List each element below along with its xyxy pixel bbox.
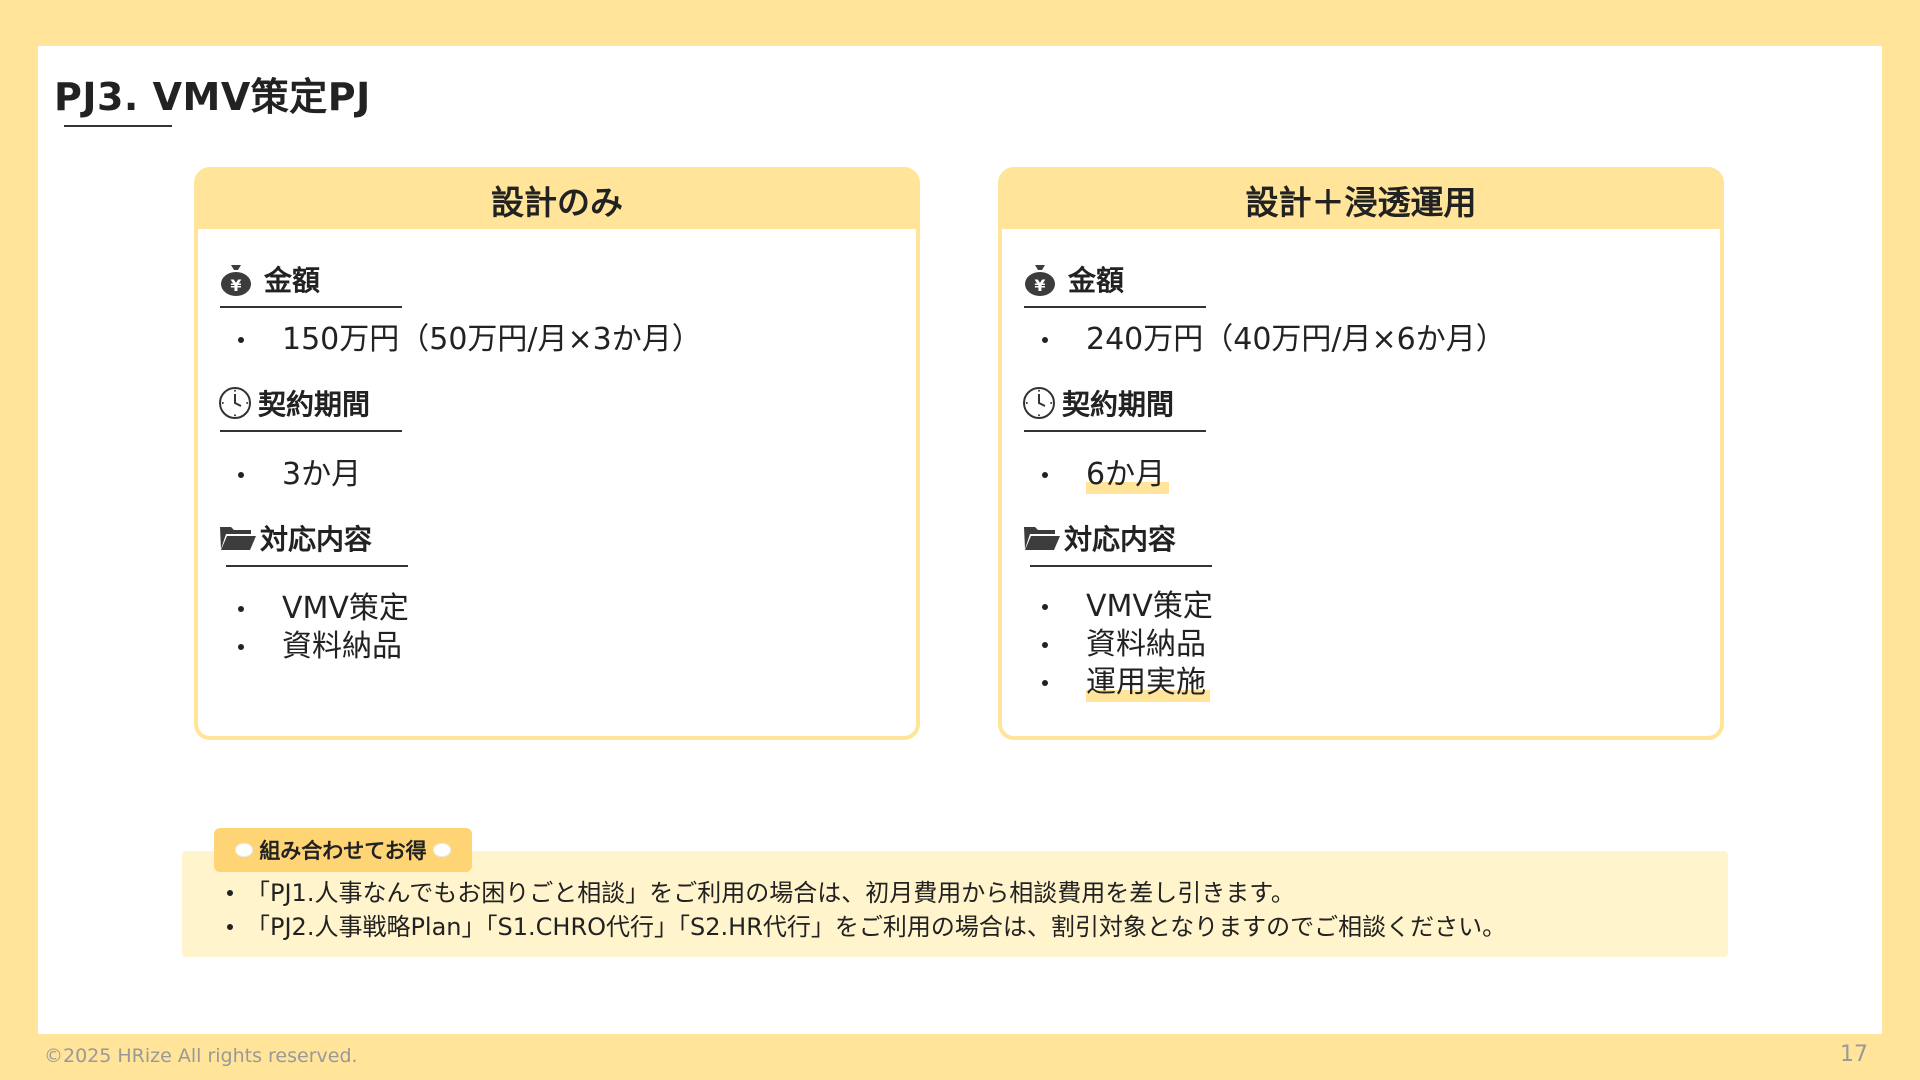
- svg-text:¥: ¥: [1034, 276, 1045, 295]
- price-list: 240万円（40万円/月×6か月）: [1040, 321, 1506, 359]
- scope-heading-underline: [1030, 565, 1212, 567]
- list-item: 240万円（40万円/月×6か月）: [1040, 321, 1506, 359]
- list-item: 資料納品: [236, 628, 409, 666]
- plan-card-title: 設計のみ: [198, 171, 916, 229]
- list-item: 「PJ1.人事なんでもお困りごと相談」をご利用の場合は、初月費用から相談費用を差…: [226, 876, 1506, 910]
- period-list: 6か月: [1040, 456, 1170, 494]
- list-item: 6か月: [1040, 456, 1170, 494]
- price-heading-underline: [220, 306, 402, 308]
- list-item: VMV策定: [1040, 588, 1213, 626]
- speech-bubble-icon: [432, 843, 451, 857]
- clock-icon: [1022, 386, 1056, 420]
- list-item: VMV策定: [236, 590, 409, 628]
- period-list: 3か月: [236, 456, 361, 494]
- open-folder-icon: [1022, 523, 1062, 553]
- page-title: PJ3. VMV策定PJ: [54, 75, 371, 119]
- scope-heading-label: 対応内容: [1064, 523, 1177, 556]
- open-folder-icon: [218, 523, 258, 553]
- scope-heading: 対応内容: [218, 518, 372, 558]
- highlighted-text: 運用実施: [1086, 664, 1210, 702]
- list-item: 運用実施: [1040, 664, 1213, 702]
- money-bag-icon: ¥: [1022, 261, 1058, 297]
- scope-list: VMV策定 資料納品: [236, 590, 409, 666]
- scope-heading-underline: [226, 565, 408, 567]
- price-heading-label: 金額: [1068, 264, 1125, 297]
- combo-badge-label: 組み合わせてお得: [259, 839, 427, 863]
- price-list: 150万円（50万円/月×3か月）: [236, 321, 702, 359]
- scope-heading-label: 対応内容: [260, 523, 373, 556]
- list-item: 3か月: [236, 456, 361, 494]
- period-heading: 契約期間: [1022, 383, 1174, 423]
- period-heading-label: 契約期間: [1062, 388, 1175, 421]
- combo-notes: 「PJ1.人事なんでもお困りごと相談」をご利用の場合は、初月費用から相談費用を差…: [226, 876, 1506, 944]
- scope-list: VMV策定 資料納品 運用実施: [1040, 588, 1213, 702]
- clock-icon: [218, 386, 252, 420]
- speech-bubble-icon: [235, 843, 254, 857]
- list-item: 資料納品: [1040, 626, 1213, 664]
- title-underline: [64, 125, 172, 127]
- scope-heading: 対応内容: [1022, 518, 1176, 558]
- plan-card-design-and-operation: 設計＋浸透運用 ¥ 金額 240万円（40万円/月×6か月） 契約期間 6か月 …: [998, 167, 1724, 740]
- price-heading-label: 金額: [264, 264, 321, 297]
- plan-card-design-only: 設計のみ ¥ 金額 150万円（50万円/月×3か月） 契約期間 3か月 対応内…: [194, 167, 920, 740]
- period-heading-label: 契約期間: [258, 388, 371, 421]
- list-item: 150万円（50万円/月×3か月）: [236, 321, 702, 359]
- price-heading: ¥ 金額: [1022, 259, 1124, 299]
- price-heading: ¥ 金額: [218, 259, 320, 299]
- period-heading-underline: [1024, 430, 1206, 432]
- svg-text:¥: ¥: [230, 276, 241, 295]
- footer-copyright: ©2025 HRize All rights reserved.: [44, 1045, 358, 1067]
- period-heading-underline: [220, 430, 402, 432]
- period-heading: 契約期間: [218, 383, 370, 423]
- plan-card-title: 設計＋浸透運用: [1002, 171, 1720, 229]
- money-bag-icon: ¥: [218, 261, 254, 297]
- list-item: 「PJ2.人事戦略Plan」「S1.CHRO代行」「S2.HR代行」をご利用の場…: [226, 910, 1506, 944]
- price-heading-underline: [1024, 306, 1206, 308]
- page-number: 17: [1840, 1042, 1868, 1067]
- combo-badge: 組み合わせてお得: [214, 828, 472, 872]
- highlighted-text: 6か月: [1086, 456, 1170, 494]
